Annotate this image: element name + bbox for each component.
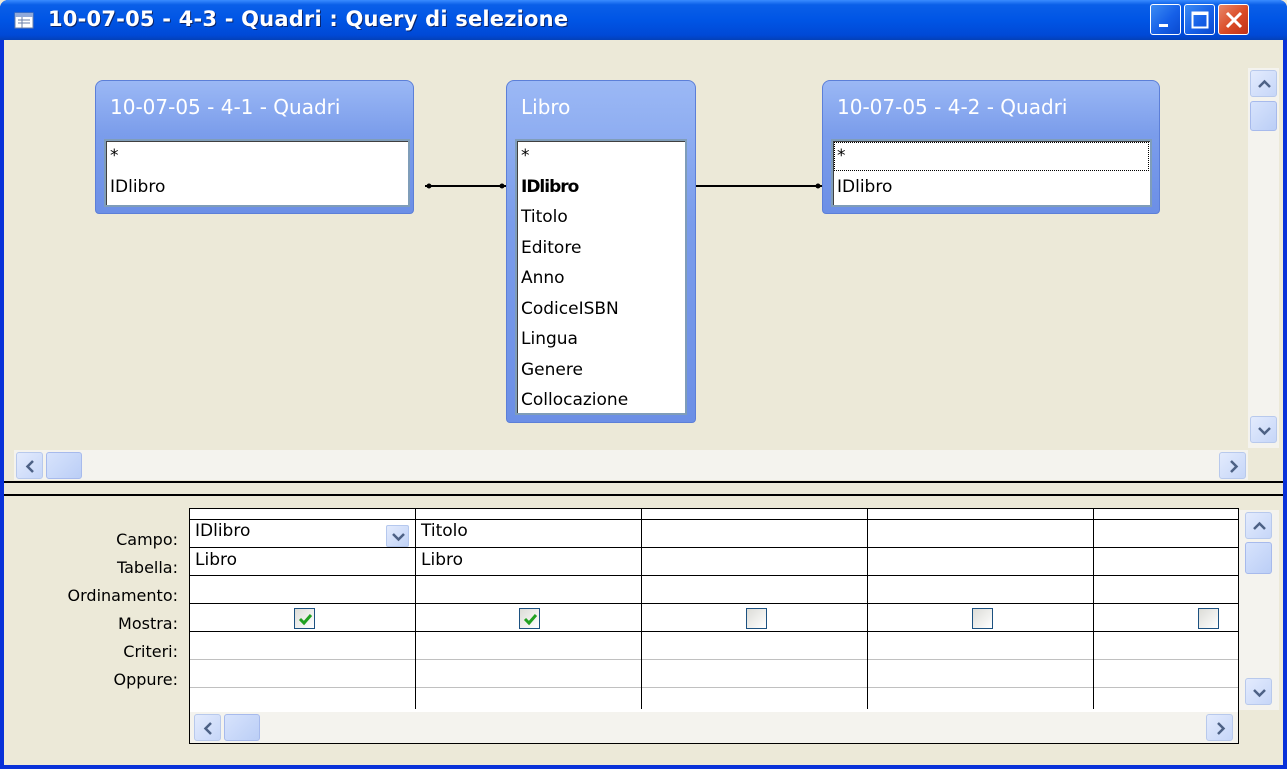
scroll-up-button[interactable] (1250, 70, 1277, 97)
field-item[interactable]: CodiceISBN (517, 294, 685, 325)
title-bar[interactable]: 10-07-05 - 4-3 - Quadri : Query di selez… (0, 0, 1287, 40)
row-label-criteri: Criteri: (123, 642, 178, 661)
chevron-down-icon (1253, 689, 1266, 698)
query-design-grid: IDlibro Libro Titolo Libro (189, 508, 1239, 744)
show-checkbox[interactable] (746, 608, 767, 629)
field-value: IDlibro (195, 521, 251, 541)
field-item[interactable]: Titolo (517, 202, 685, 233)
field-item[interactable]: * (833, 141, 1150, 172)
field-dropdown-button[interactable] (386, 525, 409, 547)
chevron-left-icon (203, 722, 212, 735)
field-item[interactable]: Lingua (517, 324, 685, 355)
scroll-up-button[interactable] (1245, 512, 1272, 539)
field-list[interactable]: * IDlibro (104, 139, 410, 207)
table-box-libro[interactable]: Libro * IDlibro Titolo Editore Anno Codi… (506, 80, 696, 423)
show-checkbox[interactable] (519, 608, 540, 629)
checkmark-icon (298, 614, 313, 626)
pane-splitter[interactable] (4, 481, 1283, 496)
show-checkbox[interactable] (294, 608, 315, 629)
close-button[interactable] (1218, 4, 1249, 35)
grid-column-4[interactable] (868, 509, 1094, 709)
checkmark-icon (523, 614, 538, 626)
grid-column-2[interactable]: Titolo Libro (416, 509, 642, 709)
grid-horizontal-scrollbar[interactable] (190, 712, 1238, 743)
scroll-left-button[interactable] (16, 452, 43, 479)
field-item[interactable]: * (517, 141, 685, 172)
row-label-ordinamento: Ordinamento: (67, 586, 178, 605)
scroll-thumb[interactable] (224, 714, 260, 741)
field-list[interactable]: * IDlibro (831, 139, 1152, 207)
row-label-campo: Campo: (116, 530, 178, 549)
table-box-quadri-2[interactable]: 10-07-05 - 4-2 - Quadri * IDlibro (822, 80, 1160, 214)
field-item[interactable]: IDlibro (833, 172, 1150, 203)
table-title: Libro (521, 95, 571, 119)
chevron-up-icon (1253, 521, 1266, 530)
upper-vertical-scrollbar[interactable] (1248, 68, 1279, 448)
minimize-button[interactable] (1150, 4, 1181, 35)
scroll-thumb[interactable] (1250, 101, 1277, 131)
grid-column-1[interactable]: IDlibro Libro (190, 509, 416, 709)
chevron-up-icon (1258, 79, 1271, 88)
scroll-right-button[interactable] (1219, 452, 1246, 479)
field-list[interactable]: * IDlibro Titolo Editore Anno CodiceISBN… (515, 139, 687, 415)
field-item[interactable]: Collocazione (517, 385, 685, 413)
query-window: 10-07-05 - 4-3 - Quadri : Query di selez… (0, 0, 1287, 769)
close-icon (1225, 11, 1243, 29)
field-item[interactable]: * (106, 141, 408, 172)
scroll-right-button[interactable] (1206, 714, 1233, 741)
grid-cell-campo[interactable]: Titolo (416, 521, 641, 547)
show-checkbox[interactable] (972, 608, 993, 629)
scroll-down-button[interactable] (1245, 678, 1272, 705)
scroll-thumb[interactable] (1245, 542, 1272, 574)
chevron-right-icon (1230, 460, 1239, 473)
primary-key-field[interactable]: IDlibro (517, 172, 685, 203)
chevron-left-icon (25, 460, 34, 473)
grid-column-3[interactable] (642, 509, 868, 709)
grid-cell-tabella[interactable]: Libro (416, 550, 641, 576)
row-label-oppure: Oppure: (113, 670, 178, 689)
maximize-button[interactable] (1184, 4, 1215, 35)
grid-vertical-scrollbar[interactable] (1239, 510, 1279, 710)
table-title: 10-07-05 - 4-1 - Quadri (110, 95, 341, 119)
table-title: 10-07-05 - 4-2 - Quadri (837, 95, 1068, 119)
minimize-icon (1159, 24, 1168, 27)
upper-horizontal-scrollbar[interactable] (14, 450, 1248, 480)
chevron-down-icon (1258, 427, 1271, 436)
row-label-mostra: Mostra: (118, 614, 178, 633)
field-item[interactable]: Anno (517, 263, 685, 294)
grid-column-5[interactable] (1094, 509, 1238, 709)
window-title: 10-07-05 - 4-3 - Quadri : Query di selez… (48, 7, 569, 31)
window-client-area: 10-07-05 - 4-1 - Quadri * IDlibro Libro … (4, 40, 1283, 765)
maximize-icon (1191, 11, 1209, 29)
chevron-down-icon (392, 533, 405, 542)
field-item[interactable]: IDlibro (106, 172, 408, 203)
field-item[interactable]: Editore (517, 233, 685, 264)
show-checkbox[interactable] (1198, 608, 1219, 629)
scroll-down-button[interactable] (1250, 416, 1277, 443)
grid-cell-campo[interactable]: IDlibro (190, 521, 415, 547)
grid-cell-tabella[interactable]: Libro (190, 550, 415, 576)
row-label-tabella: Tabella: (116, 558, 178, 577)
chevron-right-icon (1217, 722, 1226, 735)
table-box-quadri-1[interactable]: 10-07-05 - 4-1 - Quadri * IDlibro (95, 80, 414, 214)
scroll-left-button[interactable] (194, 714, 221, 741)
query-icon (14, 12, 34, 29)
field-item[interactable]: Genere (517, 355, 685, 386)
scroll-thumb[interactable] (46, 452, 82, 479)
